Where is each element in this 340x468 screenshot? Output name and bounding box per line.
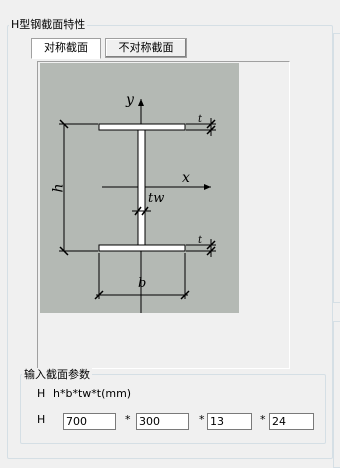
row-prefix: H <box>37 413 46 426</box>
section-properties-title: H型钢截面特性 <box>9 18 88 31</box>
b-dim-label: b <box>138 276 147 291</box>
separator-3: * <box>260 413 266 426</box>
h-input[interactable] <box>63 413 116 430</box>
tab-asymmetric-section[interactable]: 不对称截面 <box>105 38 187 58</box>
formula-text: h*b*tw*t(mm) <box>53 387 132 400</box>
b-input[interactable] <box>136 413 189 430</box>
right-panel-top <box>333 33 340 303</box>
tw-input[interactable] <box>207 413 252 430</box>
t-bottom-dim-label: t <box>198 235 203 246</box>
web <box>137 129 146 246</box>
t-top-dim-label: t <box>198 114 203 125</box>
h-section-diagram: y x h b tw t t <box>40 63 239 313</box>
x-axis-label: x <box>182 170 190 186</box>
top-flange <box>98 123 186 131</box>
separator-2: * <box>199 413 205 426</box>
tab-symmetric-section[interactable]: 对称截面 <box>31 38 101 59</box>
bottom-flange <box>98 244 186 252</box>
formula-prefix: H <box>37 387 46 400</box>
separator-1: * <box>125 413 131 426</box>
tw-dim-label: tw <box>148 191 165 206</box>
input-params-title: 输入截面参数 <box>22 368 92 381</box>
right-panel-bottom <box>333 321 340 468</box>
t-input[interactable] <box>269 413 314 430</box>
y-axis-label: y <box>126 92 134 108</box>
input-params-groupbox <box>20 374 326 444</box>
h-dim-label: h <box>50 183 67 193</box>
